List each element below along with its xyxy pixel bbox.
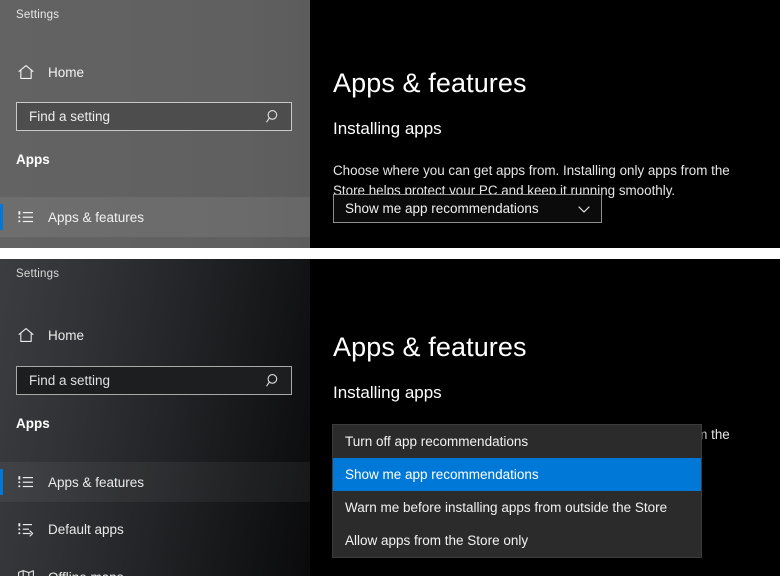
- list-bullets-icon: [16, 472, 36, 492]
- sidebar-item-default-apps[interactable]: Default apps: [0, 509, 310, 549]
- sidebar-bottom: Settings Home Find a setting Apps Apps &…: [0, 259, 310, 576]
- screenshot-root: Settings Home Find a setting Apps Apps &…: [0, 0, 780, 576]
- sidebar-section-apps: Apps: [16, 152, 50, 167]
- app-title: Settings: [16, 9, 60, 21]
- sidebar-top: Settings Home Find a setting Apps Apps &…: [0, 0, 310, 248]
- dropdown-option[interactable]: Turn off app recommendations: [333, 425, 701, 458]
- dropdown-option[interactable]: Allow apps from the Store only: [333, 524, 701, 557]
- search-icon[interactable]: [265, 372, 282, 389]
- home-icon: [16, 325, 36, 345]
- sidebar-item-label: Offline maps: [48, 570, 124, 576]
- dropdown-option-selected[interactable]: Show me app recommendations: [333, 458, 701, 491]
- sidebar-item-label: Home: [48, 64, 85, 80]
- sidebar-item-apps-features[interactable]: Apps & features: [0, 462, 310, 502]
- content-top: Apps & features Installing apps Choose w…: [310, 0, 780, 248]
- app-title: Settings: [16, 268, 60, 280]
- search-placeholder: Find a setting: [29, 373, 111, 388]
- map-icon: [16, 567, 36, 576]
- sidebar-item-label: Apps & features: [48, 474, 145, 490]
- home-icon: [16, 62, 36, 82]
- settings-window-top: Settings Home Find a setting Apps Apps &…: [0, 0, 780, 248]
- sidebar-section-apps: Apps: [16, 416, 50, 431]
- section-heading-installing-apps: Installing apps: [333, 119, 442, 139]
- sidebar-item-label: Home: [48, 327, 85, 343]
- app-recommendations-combobox[interactable]: Show me app recommendations: [333, 194, 602, 223]
- sidebar-item-apps-features[interactable]: Apps & features: [0, 197, 310, 237]
- app-recommendations-dropdown-list[interactable]: Turn off app recommendations Show me app…: [332, 424, 702, 558]
- search-icon[interactable]: [265, 108, 282, 125]
- selected-accent-bar: [0, 204, 3, 230]
- search-input[interactable]: Find a setting: [16, 366, 292, 395]
- combobox-value: Show me app recommendations: [345, 201, 539, 216]
- section-heading-installing-apps: Installing apps: [333, 383, 442, 403]
- page-title: Apps & features: [333, 68, 527, 99]
- search-placeholder: Find a setting: [29, 109, 111, 124]
- dropdown-option[interactable]: Warn me before installing apps from outs…: [333, 491, 701, 524]
- chevron-down-icon[interactable]: [577, 203, 591, 216]
- sidebar-item-home[interactable]: Home: [0, 52, 310, 92]
- search-input[interactable]: Find a setting: [16, 102, 292, 131]
- sidebar-item-label: Apps & features: [48, 209, 145, 225]
- page-title: Apps & features: [333, 332, 527, 363]
- list-bullets-icon: [16, 207, 36, 227]
- selected-accent-bar: [0, 469, 3, 495]
- sidebar-item-offline-maps[interactable]: Offline maps: [0, 557, 310, 576]
- list-default-icon: [16, 519, 36, 539]
- sidebar-item-label: Default apps: [48, 521, 124, 537]
- panel-divider: [0, 248, 780, 259]
- sidebar-item-home[interactable]: Home: [0, 315, 310, 355]
- dropdown-option[interactable]: [333, 557, 701, 558]
